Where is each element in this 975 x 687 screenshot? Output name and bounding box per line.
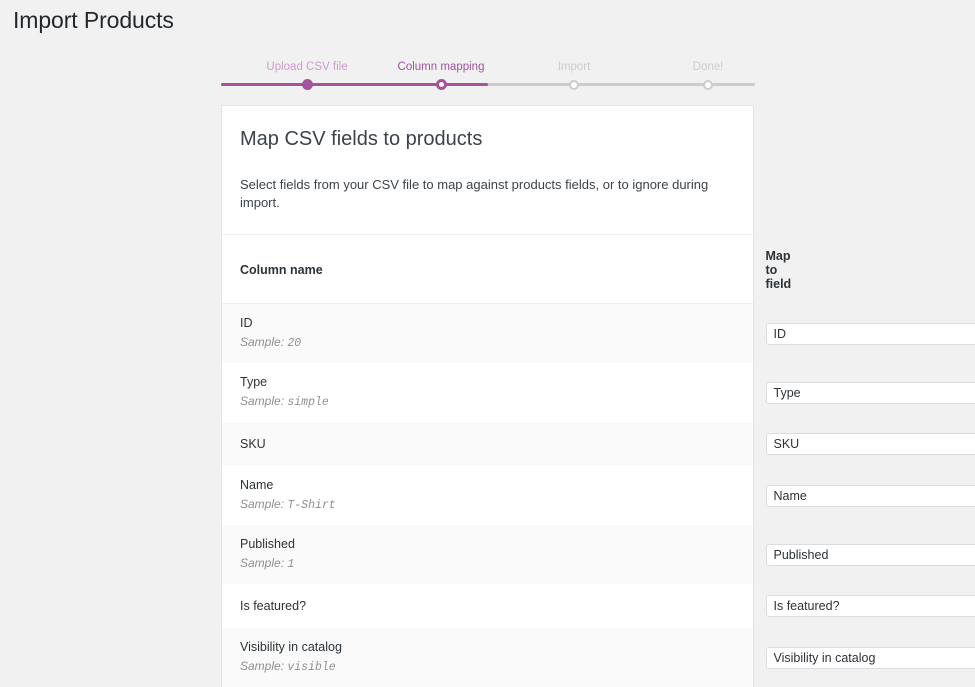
column-sample: Sample: T-Shirt [240,496,488,514]
table-row: PublishedSample: 1Published [222,525,753,584]
column-name-label: Type [240,374,488,391]
step-label: Upload CSV file [240,60,374,74]
mapping-card: Map CSV fields to products Select fields… [221,105,754,687]
sample-value: 20 [287,337,301,350]
cell-map-to-field: SKU [488,422,754,466]
column-sample: Sample: simple [240,393,488,411]
table-header-row: Column name Map to field [222,235,753,304]
table-row: IDSample: 20ID [222,304,753,364]
map-field-select-wrapper: ID [766,323,975,345]
table-row: Visibility in catalogSample: visibleVisi… [222,628,753,687]
table-row: Is featured?Is featured? [222,584,753,628]
map-field-select[interactable]: Visibility in catalog [766,647,975,669]
column-name-label: Published [240,536,488,553]
header-column-name: Column name [222,235,488,304]
cell-column-name: Name Sample: T-Shirt [222,466,488,525]
stepper-progress-fill [221,83,488,86]
column-name-label: Name [240,477,488,494]
table-body: IDSample: 20IDTypeSample: simpleTypeSKUS… [222,304,753,687]
header-map-to-field: Map to field [488,235,754,304]
step-dot-icon [569,80,579,90]
step-label: Column mapping [374,60,508,74]
step-label: Import [507,60,641,74]
table-row: NameSample: T-ShirtName [222,466,753,525]
cell-column-name: Is featured? [222,584,488,628]
sample-prefix: Sample: [240,497,284,511]
sample-prefix: Sample: [240,335,284,349]
map-field-select[interactable]: ID [766,323,975,345]
cell-column-name: ID Sample: 20 [222,304,488,364]
column-name-label: Visibility in catalog [240,639,488,656]
sample-prefix: Sample: [240,556,284,570]
map-field-select-wrapper: Visibility in catalog [766,647,975,669]
sample-prefix: Sample: [240,394,284,408]
column-name-label: Is featured? [240,598,488,615]
sample-value: 1 [287,558,294,571]
map-field-select-wrapper: Type [766,382,975,404]
column-sample: Sample: visible [240,658,488,676]
map-field-select[interactable]: SKU [766,433,975,455]
sample-value: visible [287,661,335,674]
cell-column-name: Visibility in catalog Sample: visible [222,628,488,687]
column-name-label: ID [240,315,488,332]
step-dot-icon [436,79,447,90]
map-field-select-wrapper: Name [766,485,975,507]
sample-value: simple [287,396,328,409]
step-column-mapping[interactable]: Column mapping [374,60,508,74]
cell-column-name: Type Sample: simple [222,363,488,422]
step-done[interactable]: Done! [641,60,775,74]
map-field-select-wrapper: Is featured? [766,595,975,617]
column-mapping-table: Column name Map to field IDSample: 20IDT… [222,235,753,687]
map-field-select-wrapper: Published [766,544,975,566]
map-field-select[interactable]: Name [766,485,975,507]
table-row: SKUSKU [222,422,753,466]
mapping-card-header: Map CSV fields to products Select fields… [222,106,753,235]
cell-map-to-field: ID [488,304,754,364]
map-field-select[interactable]: Type [766,382,975,404]
column-name-label: SKU [240,436,488,453]
step-label: Done! [641,60,775,74]
sample-prefix: Sample: [240,659,284,673]
step-dot-icon [302,79,313,90]
card-subtitle: Select fields from your CSV file to map … [240,176,735,212]
cell-map-to-field: Is featured? [488,584,754,628]
column-sample: Sample: 1 [240,555,488,573]
page-title: Import Products [13,5,174,35]
card-title: Map CSV fields to products [240,126,735,152]
step-dot-icon [703,80,713,90]
cell-column-name: Published Sample: 1 [222,525,488,584]
sample-value: T-Shirt [287,499,335,512]
cell-map-to-field: Name [488,466,754,525]
step-import[interactable]: Import [507,60,641,74]
table-row: TypeSample: simpleType [222,363,753,422]
cell-map-to-field: Published [488,525,754,584]
cell-map-to-field: Type [488,363,754,422]
column-sample: Sample: 20 [240,334,488,352]
map-field-select-wrapper: SKU [766,433,975,455]
cell-column-name: SKU [222,422,488,466]
map-field-select[interactable]: Published [766,544,975,566]
import-stepper: Upload CSV file Column mapping Import Do… [221,60,755,92]
map-field-select[interactable]: Is featured? [766,595,975,617]
step-upload-csv-file[interactable]: Upload CSV file [240,60,374,74]
cell-map-to-field: Visibility in catalog [488,628,754,687]
